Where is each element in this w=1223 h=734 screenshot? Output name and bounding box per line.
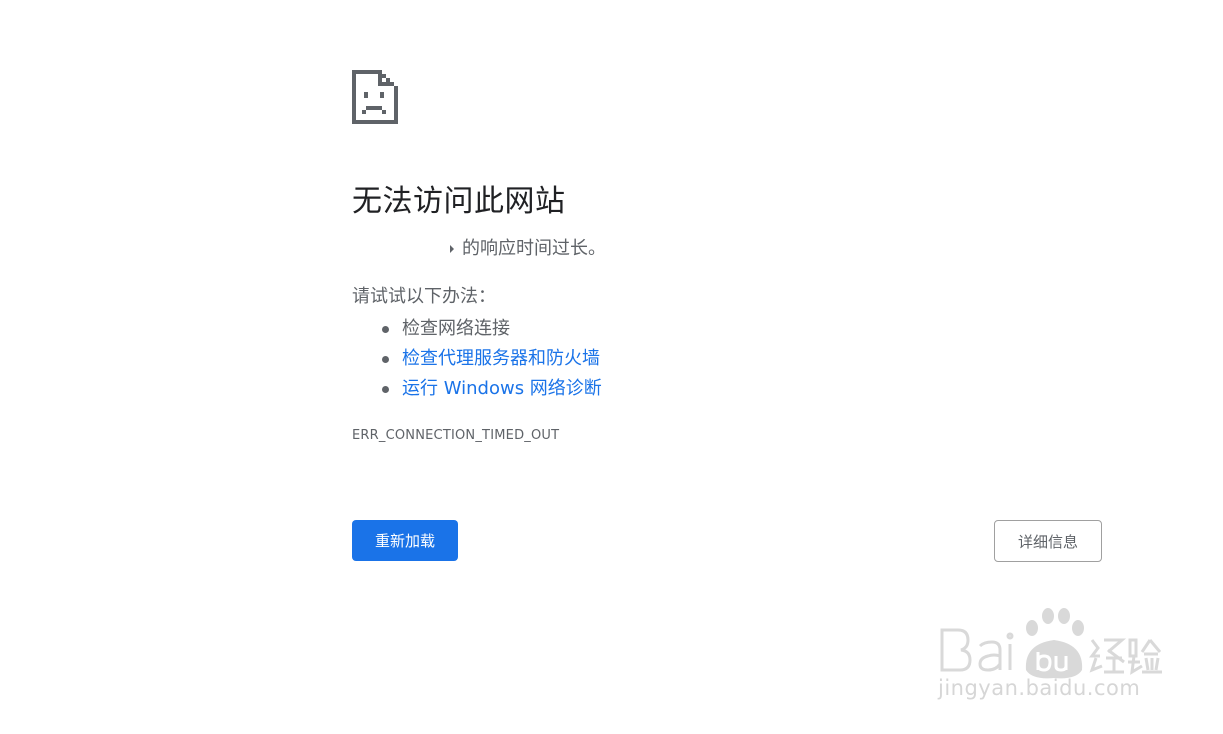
bullet-icon bbox=[382, 386, 389, 393]
check-proxy-firewall-link[interactable]: 检查代理服务器和防火墙 bbox=[402, 348, 600, 369]
suggestion-label: 检查网络连接 bbox=[402, 318, 510, 339]
bullet-icon bbox=[382, 326, 389, 333]
suggestions-list: 检查网络连接 检查代理服务器和防火墙 运行 Windows 网络诊断 bbox=[352, 314, 1102, 404]
caret-icon bbox=[450, 245, 454, 253]
baidu-jingyan-watermark-logo bbox=[940, 608, 1162, 679]
run-network-diagnostics-link[interactable]: 运行 Windows 网络诊断 bbox=[402, 378, 602, 399]
watermark-url: jingyan.baidu.com bbox=[938, 676, 1141, 700]
sad-page-icon bbox=[352, 70, 398, 124]
reload-button[interactable]: 重新加载 bbox=[352, 520, 458, 561]
suggestion-item-check-connection: 检查网络连接 bbox=[352, 314, 1102, 344]
suggestion-item-check-proxy: 检查代理服务器和防火墙 bbox=[352, 344, 1102, 374]
suggestion-item-run-diagnostics: 运行 Windows 网络诊断 bbox=[352, 374, 1102, 404]
page-title: 无法访问此网站 bbox=[352, 184, 566, 219]
description-text: 的响应时间过长。 bbox=[462, 238, 606, 259]
suggestions-title: 请试试以下办法： bbox=[352, 286, 496, 307]
error-description: 的响应时间过长。 bbox=[352, 236, 1102, 262]
hostname-placeholder bbox=[352, 236, 456, 262]
error-code: ERR_CONNECTION_TIMED_OUT bbox=[352, 428, 560, 443]
error-page: 无法访问此网站 的响应时间过长。 请试试以下办法： 检查网络连接 检查代理服务器… bbox=[0, 0, 1223, 734]
details-button[interactable]: 详细信息 bbox=[994, 520, 1102, 562]
bullet-icon bbox=[382, 356, 389, 363]
error-content: 无法访问此网站 的响应时间过长。 请试试以下办法： 检查网络连接 检查代理服务器… bbox=[352, 70, 1102, 444]
